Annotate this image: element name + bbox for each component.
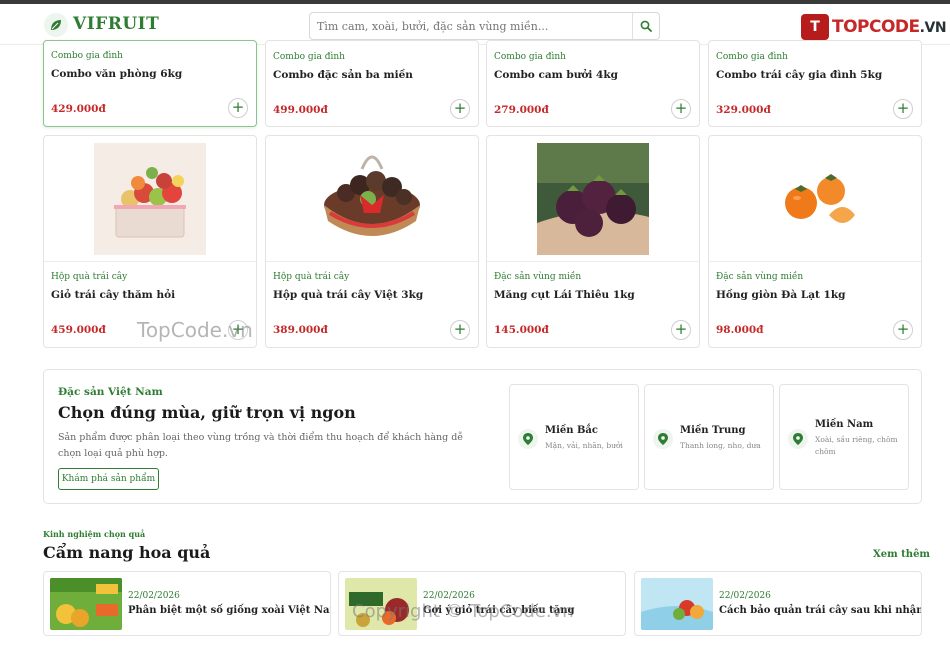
map-pin-icon — [518, 429, 538, 449]
see-more-link[interactable]: Xem thêm — [873, 549, 930, 560]
product-name[interactable]: Combo đặc sản ba miền — [273, 69, 413, 81]
add-to-cart-button[interactable]: + — [228, 98, 248, 118]
product-card[interactable]: Đặc sản vùng miền Măng cụt Lái Thiêu 1kg… — [486, 135, 700, 348]
article-title[interactable]: Phân biệt một số giống xoài Việt Nam — [128, 605, 330, 616]
mangosteen-image — [537, 142, 649, 255]
product-price: 389.000đ — [273, 324, 328, 336]
brand-text: TOPCODE.VN — [832, 17, 947, 37]
add-to-cart-button[interactable]: + — [450, 99, 470, 119]
product-price: 98.000đ — [716, 324, 764, 336]
topcode-brand[interactable]: T TOPCODE.VN — [801, 12, 947, 42]
region-name: Miền Trung — [680, 425, 746, 436]
product-card[interactable]: Combo gia đình Combo trái cây gia đình 5… — [708, 40, 922, 127]
vegetable-banner-image — [345, 578, 417, 630]
product-name[interactable]: Măng cụt Lái Thiêu 1kg — [494, 289, 635, 301]
product-image[interactable] — [709, 136, 921, 262]
product-category: Đặc sản vùng miền — [494, 272, 582, 282]
region-name: Miền Bắc — [545, 425, 599, 436]
promo-kicker: Đặc sản Việt Nam — [58, 386, 163, 398]
search-icon — [640, 20, 652, 32]
article-thumbnail[interactable] — [641, 578, 713, 630]
fruit-splash-image — [641, 578, 713, 630]
article-title[interactable]: Cách bảo quản trái cây sau khi nhận hàng — [719, 605, 921, 616]
product-name[interactable]: Combo văn phòng 6kg — [51, 68, 182, 80]
search-box — [309, 12, 660, 40]
region-fruits: Mận, vải, nhãn, bưởi — [545, 441, 623, 450]
product-price: 145.000đ — [494, 324, 549, 336]
article-date: 22/02/2026 — [719, 591, 771, 601]
product-category: Combo gia đình — [716, 52, 788, 62]
article-card[interactable]: 22/02/2026 Cách bảo quản trái cây sau kh… — [634, 571, 922, 636]
region-fruits: Thanh long, nho, dưa — [680, 441, 761, 450]
product-image[interactable] — [44, 136, 256, 262]
region-card-central[interactable]: Miền Trung Thanh long, nho, dưa — [644, 384, 774, 490]
brand-tld: .VN — [919, 20, 947, 36]
brand-mark: T — [801, 14, 829, 40]
article-date: 22/02/2026 — [128, 591, 180, 601]
search-button[interactable] — [632, 13, 659, 39]
region-card-north[interactable]: Miền Bắc Mận, vải, nhãn, bưởi — [509, 384, 639, 490]
product-image[interactable] — [266, 136, 478, 262]
region-fruits: Xoài, sầu riêng, chôm chôm — [815, 435, 898, 456]
product-category: Hộp quà trái cây — [51, 272, 128, 282]
mango-banner-image — [50, 578, 122, 630]
product-card[interactable]: Combo gia đình Combo cam bưởi 4kg 279.00… — [486, 40, 700, 127]
fruit-basket-image — [316, 142, 428, 255]
logo-text[interactable]: VIFRUIT — [73, 14, 159, 34]
promo-description: Sản phẩm được phân loại theo vùng trồng … — [58, 432, 464, 459]
add-to-cart-button[interactable]: + — [228, 320, 248, 340]
product-name[interactable]: Giỏ trái cây thăm hỏi — [51, 289, 175, 301]
product-price: 499.000đ — [273, 104, 328, 116]
map-pin-icon — [788, 429, 808, 449]
article-card[interactable]: 22/02/2026 Phân biệt một số giống xoài V… — [43, 571, 331, 636]
product-name[interactable]: Combo cam bưởi 4kg — [494, 69, 618, 81]
guide-kicker: Kinh nghiệm chọn quả — [43, 529, 146, 539]
article-title[interactable]: Gợi ý giỏ trái cây biếu tặng — [423, 605, 575, 616]
map-pin-icon — [653, 429, 673, 449]
product-card[interactable]: Đặc sản vùng miền Hồng giòn Đà Lạt 1kg 9… — [708, 135, 922, 348]
product-card[interactable]: Combo gia đình Combo văn phòng 6kg 429.0… — [43, 40, 257, 127]
article-date: 22/02/2026 — [423, 591, 475, 601]
seasonal-promo: Đặc sản Việt Nam Chọn đúng mùa, giữ trọn… — [43, 369, 922, 504]
search-input[interactable] — [310, 13, 634, 39]
product-price: 279.000đ — [494, 104, 549, 116]
product-category: Combo gia đình — [273, 52, 345, 62]
product-category: Combo gia đình — [494, 52, 566, 62]
product-card[interactable]: Hộp quà trái cây Giỏ trái cây thăm hỏi 4… — [43, 135, 257, 348]
guide-title: Cẩm nang hoa quả — [43, 543, 211, 562]
product-image[interactable] — [487, 136, 699, 262]
brand-name: TOPCODE — [832, 17, 920, 37]
add-to-cart-button[interactable]: + — [671, 99, 691, 119]
product-name[interactable]: Combo trái cây gia đình 5kg — [716, 69, 882, 81]
add-to-cart-button[interactable]: + — [893, 99, 913, 119]
product-card[interactable]: Combo gia đình Combo đặc sản ba miền 499… — [265, 40, 479, 127]
add-to-cart-button[interactable]: + — [671, 320, 691, 340]
explore-products-button[interactable]: Khám phá sản phẩm — [58, 468, 159, 490]
add-to-cart-button[interactable]: + — [893, 320, 913, 340]
product-name[interactable]: Hộp quà trái cây Việt 3kg — [273, 289, 423, 301]
product-price: 459.000đ — [51, 324, 106, 336]
region-name: Miền Nam — [815, 419, 874, 430]
product-category: Đặc sản vùng miền — [716, 272, 804, 282]
region-card-south[interactable]: Miền Nam Xoài, sầu riêng, chôm chôm — [779, 384, 909, 490]
product-price: 329.000đ — [716, 104, 771, 116]
add-to-cart-button[interactable]: + — [450, 320, 470, 340]
product-card[interactable]: Hộp quà trái cây Hộp quà trái cây Việt 3… — [265, 135, 479, 348]
site-header: VIFRUIT T TOPCODE.VN — [0, 4, 950, 45]
product-price: 429.000đ — [51, 103, 106, 115]
article-thumbnail[interactable] — [50, 578, 122, 630]
article-card[interactable]: 22/02/2026 Gợi ý giỏ trái cây biếu tặng — [338, 571, 626, 636]
product-name[interactable]: Hồng giòn Đà Lạt 1kg — [716, 289, 845, 301]
gift-basket-image — [94, 142, 206, 255]
persimmon-image — [759, 142, 871, 255]
leaf-icon[interactable] — [44, 13, 68, 37]
product-category: Combo gia đình — [51, 51, 123, 61]
product-category: Hộp quà trái cây — [273, 272, 350, 282]
promo-heading: Chọn đúng mùa, giữ trọn vị ngon — [58, 403, 356, 422]
article-thumbnail[interactable] — [345, 578, 417, 630]
